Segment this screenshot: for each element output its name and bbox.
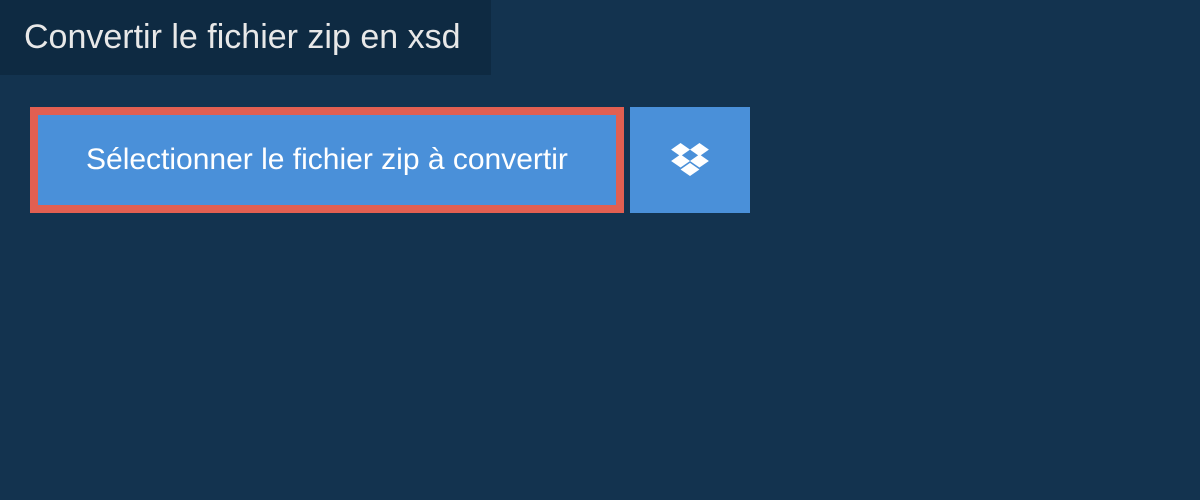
dropbox-icon: [671, 143, 709, 177]
select-file-button[interactable]: Sélectionner le fichier zip à convertir: [30, 107, 624, 213]
page-title: Convertir le fichier zip en xsd: [24, 18, 461, 56]
title-bar: Convertir le fichier zip en xsd: [0, 0, 491, 75]
select-file-label: Sélectionner le fichier zip à convertir: [86, 143, 568, 177]
action-row: Sélectionner le fichier zip à convertir: [30, 107, 1200, 213]
dropbox-button[interactable]: [630, 107, 750, 213]
main-container: Convertir le fichier zip en xsd Sélectio…: [0, 0, 1200, 213]
